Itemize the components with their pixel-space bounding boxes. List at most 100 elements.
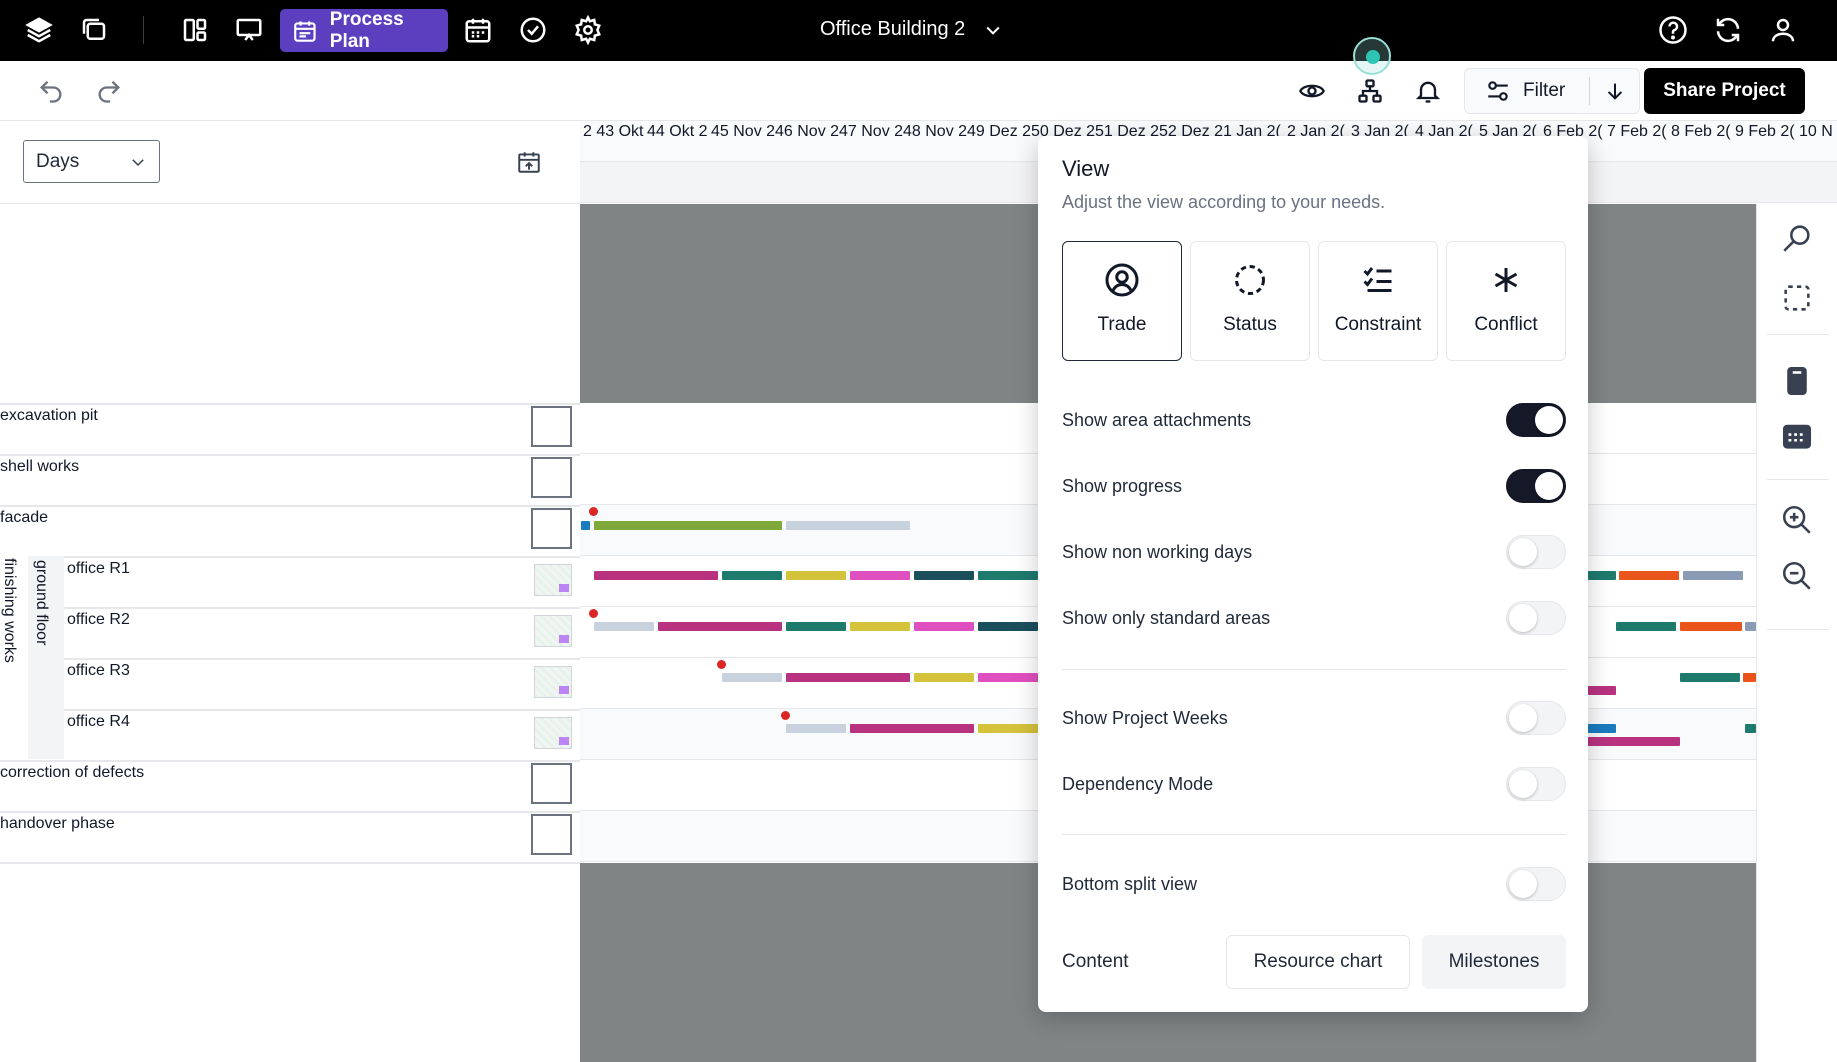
task-bar[interactable]: [786, 724, 846, 733]
calendar-today-icon[interactable]: [514, 147, 544, 177]
filter-dropdown-button[interactable]: [1590, 69, 1639, 113]
task-bar[interactable]: [1588, 737, 1680, 746]
task-bar[interactable]: [786, 622, 846, 631]
search-icon[interactable]: [1777, 218, 1817, 258]
undo-icon[interactable]: [33, 73, 69, 109]
user-icon[interactable]: [1765, 12, 1801, 48]
task-bar[interactable]: [978, 673, 1038, 682]
resource-chart-button[interactable]: Resource chart: [1226, 935, 1410, 989]
task-bar[interactable]: [1745, 622, 1756, 631]
task-bar[interactable]: [1680, 673, 1740, 682]
task-bar[interactable]: [1588, 686, 1616, 695]
view-mode-constraint[interactable]: Constraint: [1318, 241, 1438, 361]
bell-icon[interactable]: [1410, 73, 1446, 109]
toggle-switch[interactable]: [1506, 867, 1566, 901]
task-bar[interactable]: [850, 571, 910, 580]
toggle-switch[interactable]: [1506, 601, 1566, 635]
task-bar[interactable]: [594, 622, 654, 631]
zoom-in-icon[interactable]: [1777, 500, 1817, 540]
area-attachment-placeholder[interactable]: [531, 508, 572, 549]
task-bar[interactable]: [786, 521, 910, 530]
task-bar[interactable]: [1588, 571, 1616, 580]
check-circle-icon[interactable]: [515, 12, 551, 48]
presentation-icon[interactable]: [231, 12, 267, 48]
help-icon[interactable]: [1655, 12, 1691, 48]
task-bar[interactable]: [978, 724, 1038, 733]
milestones-button[interactable]: Milestones: [1422, 935, 1566, 989]
hierarchy-icon[interactable]: [1352, 73, 1388, 109]
zoom-out-icon[interactable]: [1777, 556, 1817, 596]
task-bar[interactable]: [914, 622, 974, 631]
task-bar[interactable]: [850, 724, 974, 733]
area-attachment-placeholder[interactable]: [531, 406, 572, 447]
redo-icon[interactable]: [91, 73, 127, 109]
filter-button[interactable]: Filter: [1465, 69, 1589, 113]
row-label-facade[interactable]: facade: [0, 509, 520, 527]
task-bar[interactable]: [594, 521, 782, 530]
milestone-marker[interactable]: [781, 711, 790, 720]
toggle-switch[interactable]: [1506, 701, 1566, 735]
task-bar[interactable]: [1619, 571, 1679, 580]
toggle-switch[interactable]: [1506, 767, 1566, 801]
view-mode-conflict[interactable]: Conflict: [1446, 241, 1566, 361]
task-bar[interactable]: [850, 622, 910, 631]
row-label-office-r3[interactable]: office R3: [67, 662, 587, 680]
task-bar[interactable]: [594, 571, 718, 580]
layout-icon[interactable]: [177, 12, 213, 48]
toggle-switch[interactable]: [1506, 403, 1566, 437]
process-plan-button[interactable]: Process Plan: [280, 9, 448, 52]
task-bar[interactable]: [1743, 673, 1756, 682]
area-attachment-placeholder[interactable]: [531, 814, 572, 855]
area-plan-thumbnail[interactable]: [534, 615, 572, 647]
task-bar[interactable]: [786, 673, 910, 682]
row-label-office-r1[interactable]: office R1: [67, 560, 587, 578]
zoom-level-select[interactable]: Days: [23, 140, 160, 183]
row-label-handover-phase[interactable]: handover phase: [0, 815, 520, 833]
toggle-switch[interactable]: [1506, 469, 1566, 503]
milestone-marker[interactable]: [717, 660, 726, 669]
content-label: Content: [1062, 951, 1129, 972]
task-bar[interactable]: [914, 571, 974, 580]
row-label-shell-works[interactable]: shell works: [0, 458, 520, 476]
task-bar[interactable]: [1745, 724, 1756, 733]
task-bar[interactable]: [722, 673, 782, 682]
row-label-correction-of-defects[interactable]: correction of defects: [0, 764, 520, 782]
task-bar[interactable]: [978, 571, 1038, 580]
copy-icon[interactable]: [76, 12, 112, 48]
task-bar[interactable]: [914, 673, 974, 682]
area-attachment-placeholder[interactable]: [531, 763, 572, 804]
task-bar[interactable]: [786, 571, 846, 580]
share-project-button[interactable]: Share Project: [1644, 68, 1805, 114]
gear-icon[interactable]: [570, 12, 606, 48]
milestone-marker[interactable]: [589, 609, 598, 618]
task-bar[interactable]: [722, 571, 782, 580]
week-label: 10 N: [1799, 123, 1833, 140]
task-bar[interactable]: [1588, 724, 1616, 733]
row-label-office-r4[interactable]: office R4: [67, 713, 587, 731]
area-plan-thumbnail[interactable]: [534, 717, 572, 749]
task-bar[interactable]: [1680, 622, 1742, 631]
area-plan-thumbnail[interactable]: [534, 666, 572, 698]
view-mode-trade[interactable]: Trade: [1062, 241, 1182, 361]
layers-icon[interactable]: [21, 12, 57, 48]
milestone-marker[interactable]: [589, 507, 598, 516]
row-label-office-r2[interactable]: office R2: [67, 611, 587, 629]
refresh-icon[interactable]: [1710, 12, 1746, 48]
calendar-grid-icon[interactable]: [1777, 416, 1817, 456]
task-bar[interactable]: [658, 622, 782, 631]
area-attachment-placeholder[interactable]: [531, 457, 572, 498]
chevron-down-icon: [986, 26, 1000, 35]
project-selector[interactable]: Office Building 2: [820, 18, 1003, 41]
task-bar[interactable]: [978, 622, 1038, 631]
row-label-excavation-pit[interactable]: excavation pit: [0, 407, 520, 425]
selection-icon[interactable]: [1777, 278, 1817, 318]
phone-icon[interactable]: [1777, 361, 1817, 401]
task-bar[interactable]: [1616, 622, 1676, 631]
area-plan-thumbnail[interactable]: [534, 564, 572, 596]
calendar-icon[interactable]: [460, 12, 496, 48]
toggle-switch[interactable]: [1506, 535, 1566, 569]
eye-icon[interactable]: [1294, 73, 1330, 109]
task-bar[interactable]: [1683, 571, 1743, 580]
view-mode-status[interactable]: Status: [1190, 241, 1310, 361]
task-bar[interactable]: [581, 521, 590, 530]
